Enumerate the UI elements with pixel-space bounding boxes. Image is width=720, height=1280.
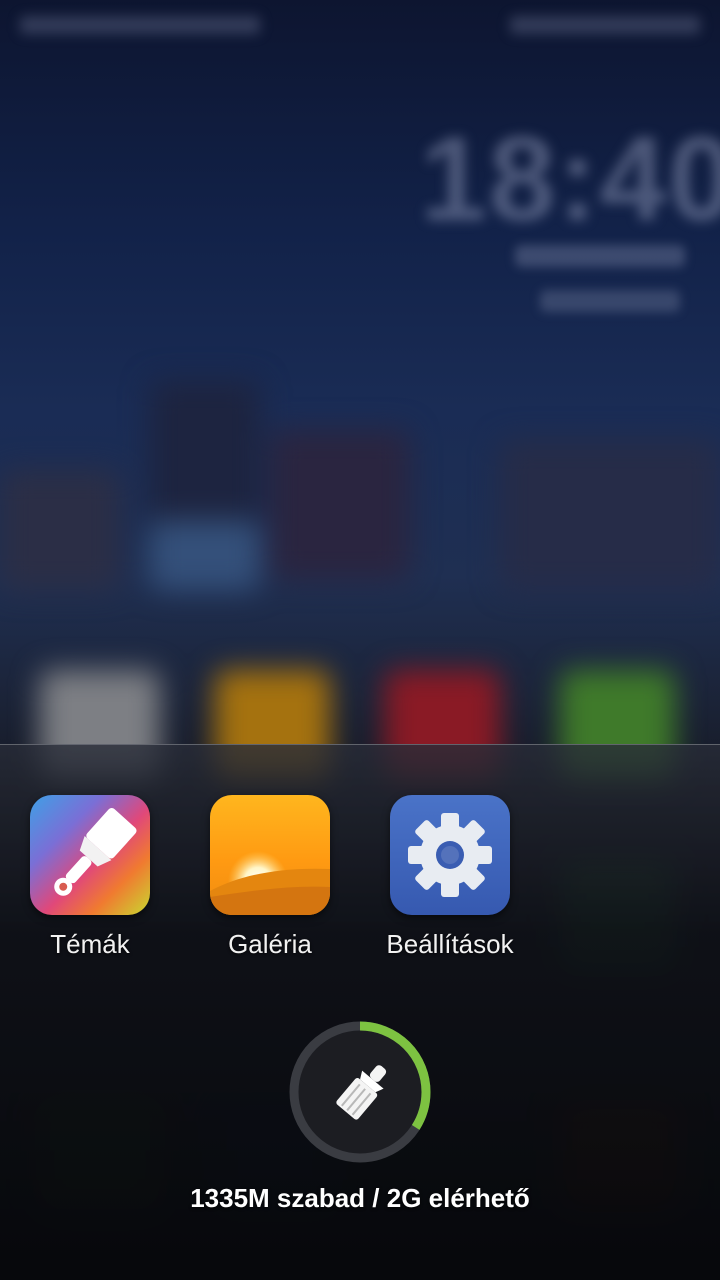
memory-status-text: 1335M szabad / 2G elérhető	[190, 1183, 530, 1213]
memory-clean-button[interactable]	[285, 1017, 435, 1167]
background-clock: 18:40	[420, 112, 720, 246]
recent-app-settings[interactable]: Beállítások	[370, 795, 530, 975]
paint-brush-icon	[30, 795, 150, 915]
status-bar-blurred	[10, 12, 710, 36]
background-weekday	[540, 290, 680, 312]
recent-app-themes[interactable]: Témák	[10, 795, 170, 975]
app-label-themes: Témák	[50, 929, 130, 959]
recent-app-gallery[interactable]: Galéria	[190, 795, 350, 975]
gear-icon	[390, 795, 510, 915]
app-label-settings: Beállítások	[386, 929, 514, 959]
background-date	[515, 245, 685, 267]
recent-apps-screen: 18:40 Témák Galéria Beállítások 1335M sz…	[0, 0, 720, 1280]
app-label-gallery: Galéria	[228, 929, 312, 959]
recent-apps-panel: Témák Galéria Beállítások 1335M szabad /…	[0, 744, 720, 1280]
sunset-icon	[210, 795, 330, 915]
